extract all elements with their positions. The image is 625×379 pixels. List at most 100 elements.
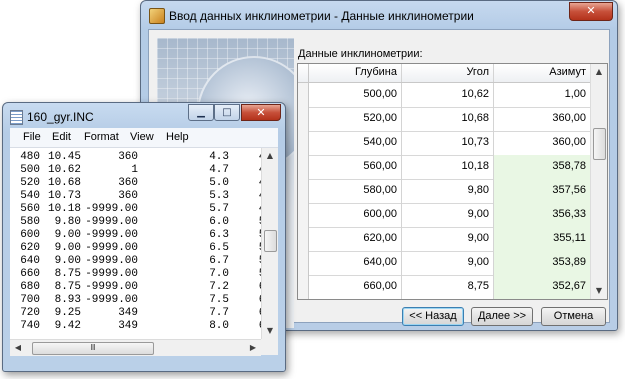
cell-depth[interactable]: 540,00 <box>309 131 402 155</box>
text-field: 540 <box>20 190 40 202</box>
text-field: -9999.00 <box>85 281 138 293</box>
table-row[interactable]: 660,00 8,75 352,67 <box>298 275 591 299</box>
notepad-menubar: File Edit Format View Help <box>10 128 278 148</box>
table-row[interactable]: 500,00 10,62 1,00 <box>298 83 591 108</box>
menu-edit[interactable]: Edit <box>52 131 71 143</box>
text-field: 8.75 <box>54 281 81 293</box>
table-row[interactable]: 620,00 9,00 355,11 <box>298 227 591 252</box>
table-row[interactable]: 560,00 10,18 358,78 <box>298 155 591 180</box>
text-field: 680 <box>20 281 40 293</box>
column-header-angle[interactable]: Угол <box>402 64 494 82</box>
row-header-cell[interactable] <box>298 107 309 131</box>
table-row[interactable]: 540,00 10,73 360,00 <box>298 131 591 156</box>
text-field: -9999.00 <box>85 216 138 228</box>
row-header-cell[interactable] <box>298 275 309 299</box>
text-field: 6.3 <box>209 229 229 241</box>
maximize-icon[interactable]: □ <box>214 104 240 121</box>
scroll-up-icon[interactable]: ▲ <box>262 148 278 164</box>
text-field: 349 <box>118 320 138 332</box>
menu-format[interactable]: Format <box>84 131 119 143</box>
scroll-left-icon[interactable]: ◀ <box>10 340 26 356</box>
resize-grip[interactable] <box>261 339 278 355</box>
cell-depth[interactable]: 560,00 <box>309 155 402 179</box>
cell-azimuth[interactable]: 355,11 <box>494 227 591 251</box>
cell-angle[interactable]: 10,62 <box>402 83 494 107</box>
notepad-vscroll-thumb[interactable] <box>264 230 277 252</box>
column-header-azimuth[interactable]: Азимут <box>494 64 591 82</box>
row-header-cell[interactable] <box>298 251 309 275</box>
cell-depth[interactable]: 580,00 <box>309 179 402 203</box>
menu-help[interactable]: Help <box>166 131 189 143</box>
cell-azimuth[interactable]: 1,00 <box>494 83 591 107</box>
scroll-down-icon[interactable]: ▼ <box>591 283 607 299</box>
table-row[interactable]: 580,00 9,80 357,56 <box>298 179 591 204</box>
grid-vertical-scrollbar[interactable]: ▲ ▼ <box>590 64 607 299</box>
cell-depth[interactable]: 520,00 <box>309 107 402 131</box>
text-field: 740 <box>20 320 40 332</box>
notepad-icon <box>10 110 23 125</box>
next-button[interactable]: Далее >> <box>471 307 533 326</box>
inclinometry-grid[interactable]: Глубина Угол Азимут 500,00 10,62 1,00 520,0… <box>297 63 608 300</box>
cell-angle[interactable]: 10,68 <box>402 107 494 131</box>
text-field: -9999.00 <box>85 229 138 241</box>
text-line: 6608.75-9999.007.059 <box>10 268 261 281</box>
row-header-cell[interactable] <box>298 83 309 107</box>
row-header-cell[interactable] <box>298 203 309 227</box>
table-row[interactable]: 600,00 9,00 356,33 <box>298 203 591 228</box>
cell-azimuth[interactable]: 353,89 <box>494 251 591 275</box>
menu-file[interactable]: File <box>23 131 41 143</box>
cell-azimuth[interactable]: 356,33 <box>494 203 591 227</box>
grid-header: Глубина Угол Азимут <box>298 64 591 83</box>
row-header-cell[interactable] <box>298 179 309 203</box>
notepad-vertical-scrollbar[interactable]: ▲ ▼ <box>261 148 278 339</box>
cell-azimuth[interactable]: 358,78 <box>494 155 591 179</box>
cell-angle[interactable]: 9,00 <box>402 203 494 227</box>
text-line: 52010.683605.045 <box>10 177 261 190</box>
text-field: 8.0 <box>209 320 229 332</box>
table-row[interactable]: 520,00 10,68 360,00 <box>298 107 591 132</box>
cell-depth[interactable]: 660,00 <box>309 275 402 299</box>
text-field: 4.7 <box>209 164 229 176</box>
menu-view[interactable]: View <box>130 131 154 143</box>
table-row[interactable]: 640,00 9,00 353,89 <box>298 251 591 276</box>
cell-angle[interactable]: 9,00 <box>402 227 494 251</box>
notepad-text-area[interactable]: 48010.453604.34150010.6214.74352010.6836… <box>10 148 261 339</box>
scroll-up-icon[interactable]: ▲ <box>591 64 607 80</box>
cell-azimuth[interactable]: 360,00 <box>494 107 591 131</box>
cell-angle[interactable]: 8,75 <box>402 275 494 299</box>
notepad-hscroll-thumb[interactable]: Ⅲ <box>32 342 154 355</box>
text-field: 10.62 <box>47 164 81 176</box>
text-line: 6009.00-9999.006.353 <box>10 229 261 242</box>
cell-azimuth[interactable]: 360,00 <box>494 131 591 155</box>
close-icon[interactable]: ✕ <box>569 2 613 21</box>
grid-body: 500,00 10,62 1,00 520,00 10,68 360,00 540,00 10… <box>298 83 591 299</box>
cell-angle[interactable]: 10,18 <box>402 155 494 179</box>
cancel-button[interactable]: Отмена <box>541 307 606 326</box>
scroll-down-icon[interactable]: ▼ <box>262 323 278 339</box>
cell-angle[interactable]: 10,73 <box>402 131 494 155</box>
cell-azimuth[interactable]: 357,56 <box>494 179 591 203</box>
row-header-cell[interactable] <box>298 227 309 251</box>
text-field: -9999.00 <box>85 255 138 267</box>
cell-angle[interactable]: 9,00 <box>402 251 494 275</box>
cell-depth[interactable]: 640,00 <box>309 251 402 275</box>
wizard-title: Ввод данных инклинометрии - Данные инкли… <box>169 9 474 23</box>
cell-azimuth[interactable]: 352,67 <box>494 275 591 299</box>
text-field: 360 <box>118 151 138 163</box>
back-button[interactable]: << Назад <box>402 307 464 326</box>
scroll-right-icon[interactable]: ▶ <box>245 340 261 356</box>
notepad-close-icon[interactable]: ✕ <box>241 104 281 121</box>
grid-scroll-thumb[interactable] <box>593 128 606 160</box>
column-header-depth[interactable]: Глубина <box>309 64 402 82</box>
cell-angle[interactable]: 9,80 <box>402 179 494 203</box>
wizard-titlebar[interactable]: Ввод данных инклинометрии - Данные инкли… <box>141 1 617 29</box>
row-header-cell[interactable] <box>298 155 309 179</box>
minimize-icon[interactable]: ▁ <box>188 104 214 121</box>
cell-depth[interactable]: 620,00 <box>309 227 402 251</box>
cell-depth[interactable]: 600,00 <box>309 203 402 227</box>
text-field: 640 <box>20 255 40 267</box>
text-field: 700 <box>20 294 40 306</box>
notepad-horizontal-scrollbar[interactable]: ◀ Ⅲ ▶ <box>10 339 261 356</box>
row-header-cell[interactable] <box>298 131 309 155</box>
cell-depth[interactable]: 500,00 <box>309 83 402 107</box>
